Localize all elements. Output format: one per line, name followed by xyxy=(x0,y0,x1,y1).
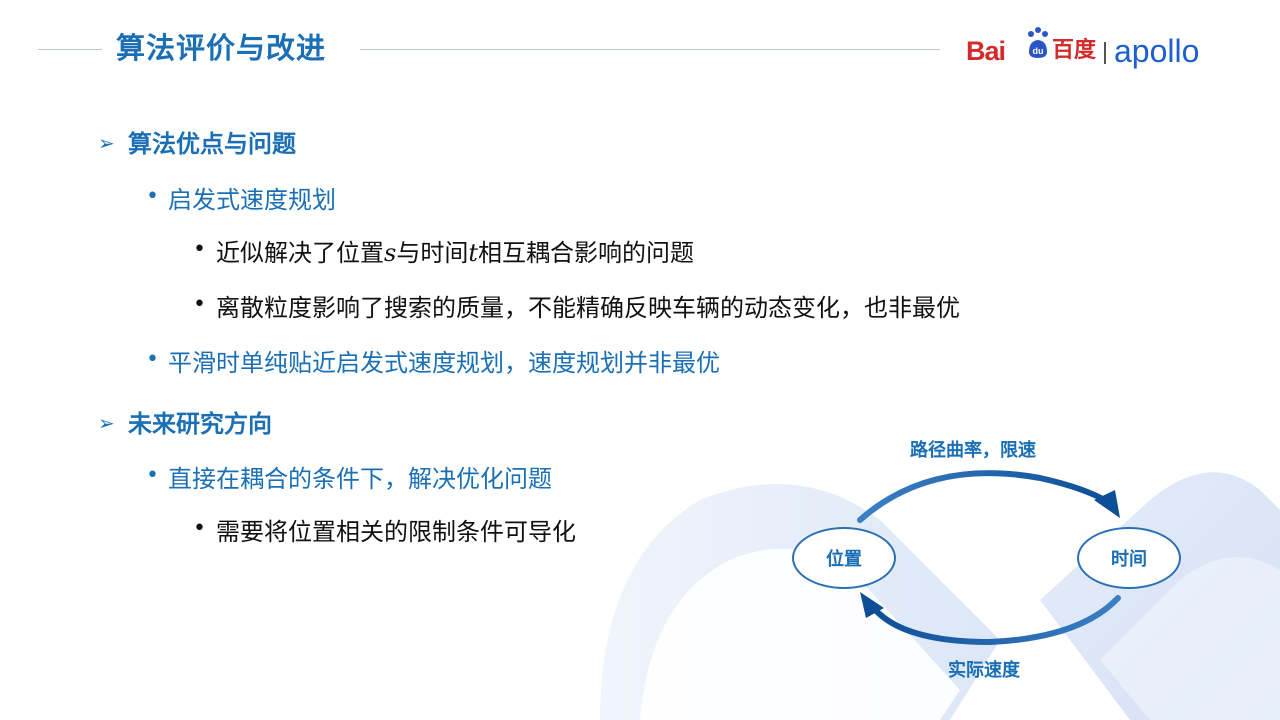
node-time: 时间 xyxy=(1077,527,1181,589)
dot-bullet-icon: • xyxy=(146,184,159,209)
dot-bullet-icon: • xyxy=(193,292,206,317)
bottom-arc xyxy=(869,595,1121,646)
dot-bullet-icon: • xyxy=(146,463,159,488)
bullet-l3-coupling: 近似解决了位置s与时间t相互耦合影响的问题 xyxy=(216,237,694,269)
bullet-l2-optimize: 直接在耦合的条件下，解决优化问题 xyxy=(168,465,552,493)
position-time-cycle-diagram: 路径曲率，限速 位置 时间 实际速度 xyxy=(780,420,1220,700)
dot-bullet-icon: • xyxy=(193,516,206,541)
bullet-l3-differentiable: 需要将位置相关的限制条件可导化 xyxy=(216,518,576,546)
label-top-curvature-speed-limit: 路径曲率，限速 xyxy=(910,440,1036,461)
node-position: 位置 xyxy=(792,527,896,589)
dot-bullet-icon: • xyxy=(146,347,159,372)
label-bottom-actual-speed: 实际速度 xyxy=(948,660,1020,681)
bullet-l3-discrete: 离散粒度影响了搜索的质量，不能精确反映车辆的动态变化，也非最优 xyxy=(216,294,960,322)
coupling-text-after: 相互耦合影响的问题 xyxy=(477,239,694,267)
var-t: t xyxy=(468,239,478,267)
bullet-l2-heuristic: 启发式速度规划 xyxy=(168,186,336,214)
arrow-bullet-icon: ➢ xyxy=(98,411,115,435)
dot-bullet-icon: • xyxy=(193,237,206,262)
bullet-l1-advantages: 算法优点与问题 xyxy=(128,130,296,158)
top-arc xyxy=(857,470,1111,523)
bullet-l1-future: 未来研究方向 xyxy=(128,410,272,438)
var-s: s xyxy=(384,239,397,267)
arrow-bullet-icon: ➢ xyxy=(98,131,115,155)
bullet-l2-smoothing: 平滑时单纯贴近启发式速度规划，速度规划并非最优 xyxy=(168,349,720,377)
coupling-text-before: 近似解决了位置 xyxy=(216,239,384,267)
coupling-text-mid: 与时间 xyxy=(396,239,469,267)
